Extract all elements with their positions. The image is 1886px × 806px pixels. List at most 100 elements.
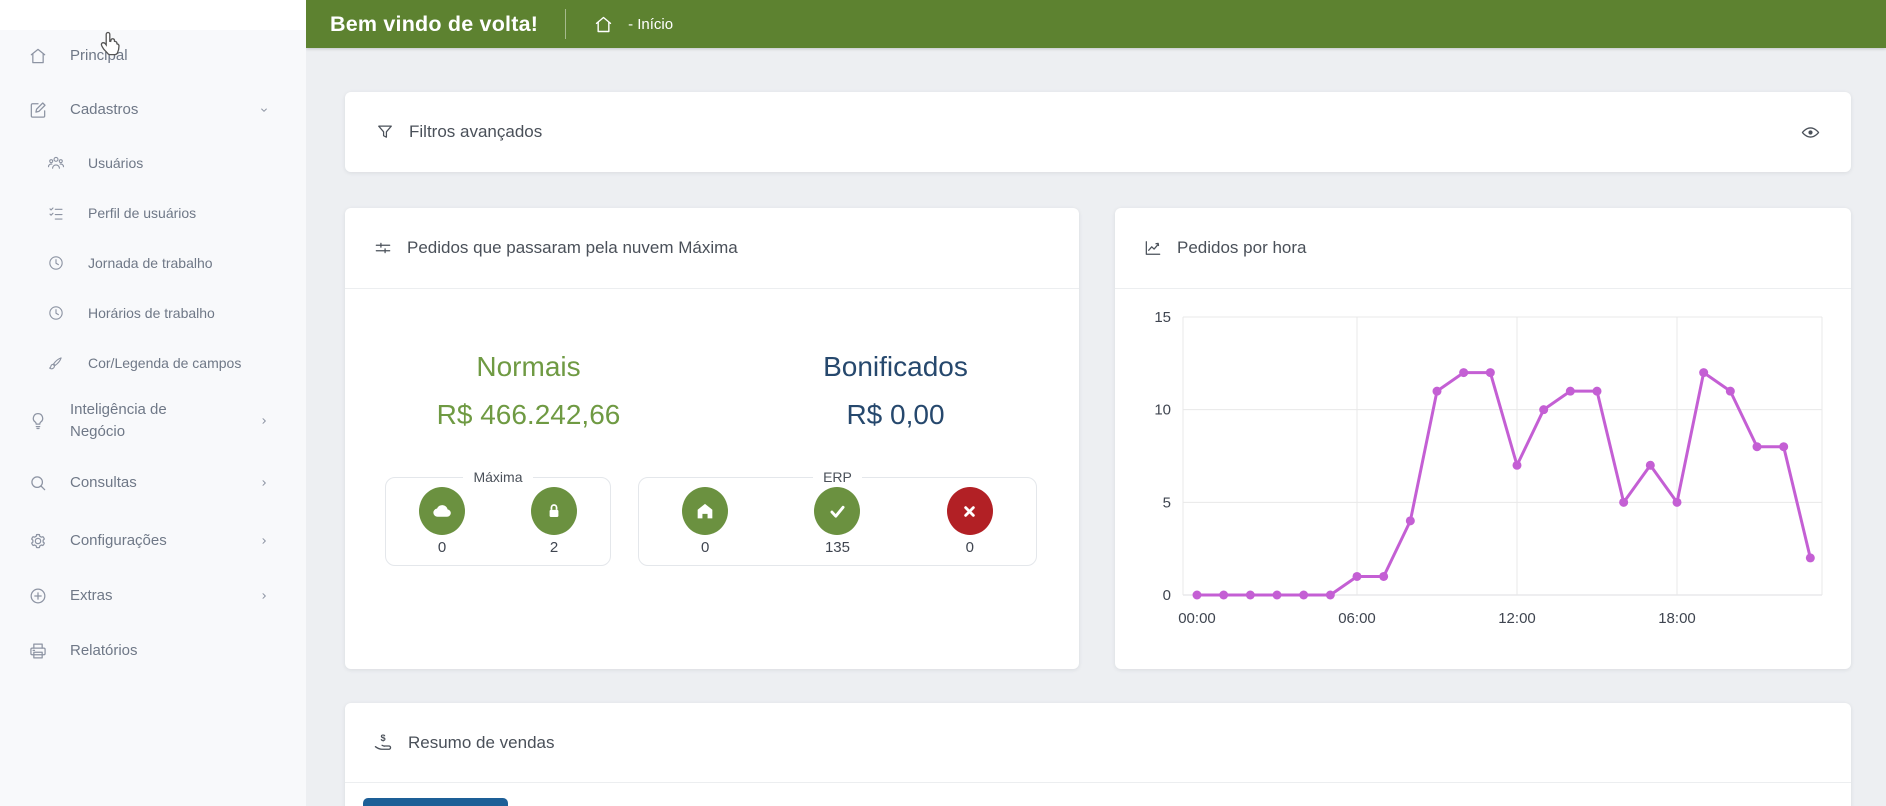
header-divider (565, 9, 567, 39)
sales-tab-button[interactable] (363, 798, 508, 806)
orders-card: Pedidos que passaram pela nuvem Máxima N… (345, 208, 1079, 669)
maxima-group-legend: Máxima (473, 469, 523, 485)
orders-per-hour-chart: 0 5 10 15 00:00 06:00 12:00 18:00 (1154, 309, 1823, 627)
main-content: Filtros avançados Pedidos que passaram p… (306, 48, 1886, 806)
list-check-icon (47, 204, 65, 222)
filters-panel-title: Filtros avançados (409, 122, 543, 141)
svg-text:18:00: 18:00 (1658, 610, 1696, 627)
sidebar-item-label: Usuários (88, 155, 144, 171)
sidebar-item-label: Jornada de trabalho (88, 255, 213, 271)
normals-value: R$ 466.242,66 (436, 399, 621, 430)
badge-count: 0 (700, 539, 710, 556)
sidebar-item-consultas[interactable]: Consultas (0, 453, 306, 513)
sales-summary-header: $ Resumo de vendas (345, 703, 1851, 783)
sidebar-item-label: Consultas (70, 474, 137, 491)
chevron-right-icon (256, 533, 272, 549)
sidebar-item-configuracoes[interactable]: Configurações (0, 513, 306, 568)
sidebar-item-horarios-de-trabalho[interactable]: Horários de trabalho (0, 288, 306, 338)
eye-icon[interactable] (1800, 122, 1821, 143)
svg-text:15: 15 (1154, 309, 1171, 326)
sidebar: Principal Cadastros Usuários Perfil de u… (0, 0, 306, 806)
bonified-label: Bonificados (823, 351, 968, 382)
filter-funnel-icon (375, 122, 395, 142)
brush-icon (47, 354, 65, 372)
check-icon (814, 487, 861, 535)
breadcrumb-label: - Início (628, 15, 674, 33)
sidebar-item-perfil-de-usuarios[interactable]: Perfil de usuários (0, 188, 306, 238)
sidebar-item-extras[interactable]: Extras (0, 568, 306, 623)
sidebar-item-cadastros[interactable]: Cadastros (0, 82, 306, 138)
sliders-icon (373, 238, 393, 258)
sidebar-item-label: Relatórios (70, 641, 138, 659)
svg-text:0: 0 (1163, 587, 1171, 604)
plus-circle-icon (28, 586, 48, 606)
badge-count: 135 (824, 539, 850, 556)
cloud-icon (419, 487, 465, 535)
status-badge: 0 (386, 487, 498, 556)
chevron-down-icon (256, 102, 272, 118)
sales-summary-panel: $ Resumo de vendas (345, 703, 1851, 806)
x-icon (946, 487, 993, 535)
sidebar-item-relatorios[interactable]: Relatórios (0, 623, 306, 678)
sidebar-item-label: Horários de trabalho (88, 305, 215, 321)
svg-text:06:00: 06:00 (1338, 610, 1376, 627)
home-icon (28, 46, 48, 66)
svg-text:00:00: 00:00 (1178, 610, 1216, 627)
status-badge: 2 (498, 487, 610, 556)
orders-card-title: Pedidos que passaram pela nuvem Máxima (407, 238, 738, 257)
clock-icon (47, 304, 65, 322)
orders-per-hour-header: Pedidos por hora (1115, 208, 1851, 289)
lock-icon (531, 487, 577, 535)
bonified-column: Bonificados R$ 0,00 (712, 343, 1079, 439)
header-bar: Bem vindo de volta! - Início (306, 0, 1886, 48)
sidebar-item-cor-legenda-de-campos[interactable]: Cor/Legenda de campos (0, 338, 306, 388)
chevron-right-icon (256, 413, 272, 429)
sales-summary-title: Resumo de vendas (408, 732, 555, 752)
edit-icon (28, 100, 48, 120)
svg-text:5: 5 (1163, 494, 1171, 511)
search-icon (28, 473, 48, 493)
users-icon (47, 154, 65, 172)
badge-count: 0 (965, 539, 974, 556)
gear-icon (28, 531, 48, 551)
breadcrumb[interactable]: - Início (593, 14, 673, 35)
badge-count: 0 (437, 539, 447, 556)
chevron-right-icon (256, 588, 272, 604)
page-title: Bem vindo de volta! (330, 11, 539, 36)
filters-panel: Filtros avançados (345, 92, 1851, 172)
logo-strip (0, 0, 306, 30)
svg-text:$: $ (381, 733, 386, 743)
printer-icon (28, 641, 48, 661)
badge-count: 2 (549, 539, 559, 556)
hand-dollar-icon: $ (373, 732, 394, 753)
status-badge: 0 (904, 487, 1036, 556)
sidebar-item-usuarios[interactable]: Usuários (0, 138, 306, 188)
sidebar-item-label: Inteligência de Negócio (70, 400, 167, 440)
lightbulb-icon (28, 411, 48, 431)
chart-line-icon (1143, 238, 1163, 258)
sidebar-item-label: Cor/Legenda de campos (88, 355, 242, 371)
maxima-group: Máxima 0 2 (385, 469, 611, 566)
orders-values: Normais R$ 466.242,66 Bonificados R$ 0,0… (345, 289, 1079, 439)
svg-text:10: 10 (1154, 402, 1171, 419)
clock-icon (47, 254, 65, 272)
sidebar-item-principal[interactable]: Principal (0, 30, 306, 82)
home-icon[interactable] (593, 14, 614, 35)
sidebar-item-label: Cadastros (70, 101, 139, 118)
status-badge: 0 (639, 487, 771, 556)
status-badge: 135 (771, 487, 903, 556)
sidebar-item-label: Configurações (70, 531, 167, 549)
sidebar-item-label: Principal (70, 47, 128, 64)
sidebar-item-label: Extras (70, 586, 113, 604)
erp-group: ERP 0 135 0 (638, 469, 1037, 566)
sidebar-item-jornada-de-trabalho[interactable]: Jornada de trabalho (0, 238, 306, 288)
orders-per-hour-card: Pedidos por hora 0 5 10 15 00:00 06:00 12:00 18… (1115, 208, 1851, 669)
chevron-right-icon (256, 475, 272, 491)
house-icon (682, 487, 729, 535)
erp-group-legend: ERP (823, 469, 852, 485)
normals-label: Normais (476, 351, 581, 382)
orders-per-hour-title: Pedidos por hora (1177, 238, 1307, 257)
sidebar-item-label: Perfil de usuários (88, 205, 197, 221)
sidebar-item-inteligencia-de-negocio[interactable]: Inteligência de Negócio (0, 388, 306, 453)
svg-text:12:00: 12:00 (1498, 610, 1536, 627)
